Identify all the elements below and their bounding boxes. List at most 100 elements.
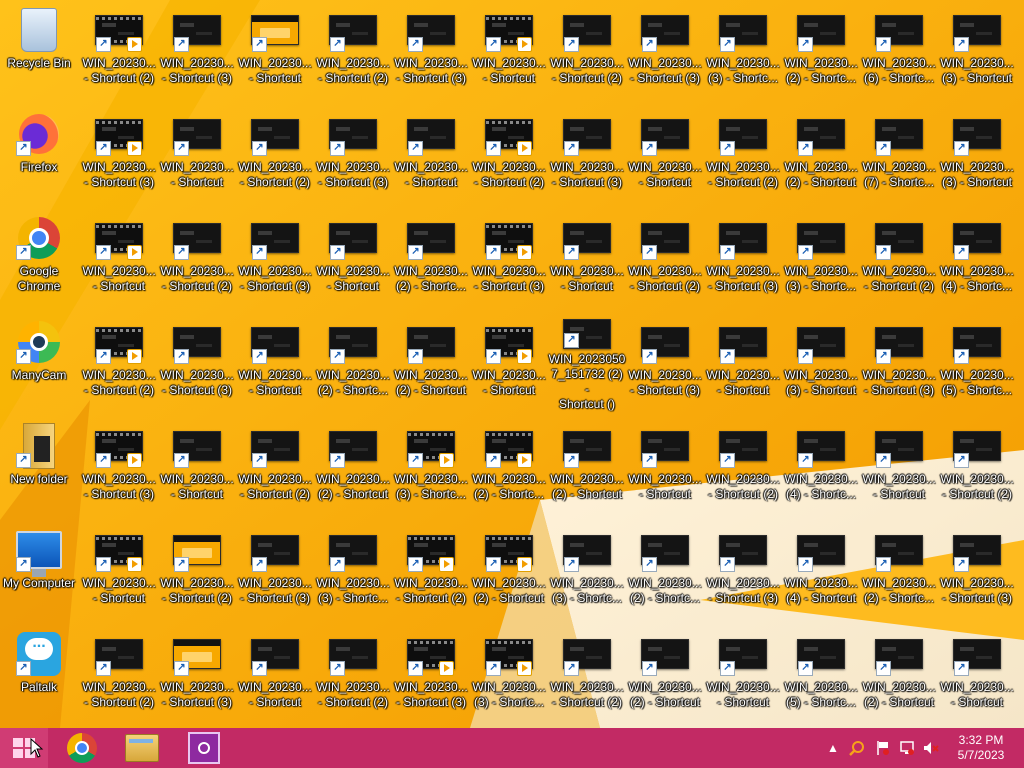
desktop-shortcut-video[interactable]: ↗ WIN_20230... (3) - Shortc... xyxy=(470,624,548,724)
desktop-shortcut-video[interactable]: ↗ WIN_20230... - Shortcut (2) xyxy=(80,312,158,412)
desktop-shortcut-video[interactable]: ↗ WIN_20230... - Shortcut (2) xyxy=(158,520,236,620)
desktop-shortcut-video[interactable]: ↗ WIN_20230... (2) - Shortc... xyxy=(392,208,470,308)
file-explorer-taskbar-button[interactable] xyxy=(118,728,166,768)
desktop-shortcut-video[interactable]: ↗ WIN_20230... - Shortcut (3) xyxy=(860,312,938,412)
desktop-shortcut-video[interactable]: ↗ WIN_20230... - Shortcut xyxy=(938,624,1016,724)
desktop-shortcut-video[interactable]: ↗ WIN_20230... (2) - Shortc... xyxy=(626,520,704,620)
desktop-shortcut-video[interactable]: ↗ WIN_20230... (6) - Shortc... xyxy=(860,0,938,100)
desktop-shortcut-video[interactable]: ↗ WIN_20230... - Shortcut xyxy=(236,0,314,100)
desktop-shortcut-video[interactable]: ↗ WIN_20230... (3) - Shortc... xyxy=(782,208,860,308)
desktop-shortcut-video[interactable]: ↗ WIN_20230... (3) - Shortc... xyxy=(704,0,782,100)
search-icon[interactable] xyxy=(846,728,868,768)
desktop-shortcut-video[interactable]: ↗ WIN_2023050 7_151732 (2) - Shortcut () xyxy=(548,312,626,412)
desktop-shortcut-video[interactable]: ↗ WIN_20230... (2) - Shortcut xyxy=(314,416,392,516)
desktop-shortcut-video[interactable]: ↗ WIN_20230... - Shortcut (3) xyxy=(626,312,704,412)
desktop-shortcut-video[interactable]: ↗ WIN_20230... (3) - Shortc... xyxy=(548,520,626,620)
desktop-shortcut-video[interactable]: ↗ WIN_20230... (3) - Shortc... xyxy=(392,416,470,516)
desktop-icon-recycle-bin[interactable]: Recycle Bin xyxy=(0,0,78,100)
desktop-shortcut-video[interactable]: ↗ WIN_20230... - Shortcut (2) xyxy=(236,416,314,516)
desktop-shortcut-video[interactable]: ↗ WIN_20230... (2) - Shortcut xyxy=(626,624,704,724)
desktop-shortcut-video[interactable]: ↗ WIN_20230... (5) - Shortc... xyxy=(782,624,860,724)
desktop-icon-firefox[interactable]: ↗ Firefox xyxy=(0,104,78,204)
desktop-shortcut-video[interactable]: ↗ WIN_20230... - Shortcut xyxy=(158,416,236,516)
desktop-shortcut-video[interactable]: ↗ WIN_20230... - Shortcut (3) xyxy=(158,0,236,100)
desktop-shortcut-video[interactable]: ↗ WIN_20230... - Shortcut xyxy=(626,104,704,204)
desktop-shortcut-video[interactable]: ↗ WIN_20230... - Shortcut (3) xyxy=(80,104,158,204)
network-icon[interactable] xyxy=(896,728,918,768)
desktop-shortcut-video[interactable]: ↗ WIN_20230... (3) - Shortc... xyxy=(314,520,392,620)
desktop-shortcut-video[interactable]: ↗ WIN_20230... - Shortcut (3) xyxy=(704,520,782,620)
desktop-shortcut-video[interactable]: ↗ WIN_20230... - Shortcut (2) xyxy=(314,0,392,100)
desktop-icon-new-folder[interactable]: ↗ New folder xyxy=(0,416,78,516)
desktop-shortcut-video[interactable]: ↗ WIN_20230... - Shortcut xyxy=(548,208,626,308)
desktop-shortcut-video[interactable]: ↗ WIN_20230... - Shortcut (2) xyxy=(314,624,392,724)
desktop-shortcut-video[interactable]: ↗ WIN_20230... - Shortcut xyxy=(80,520,158,620)
desktop-shortcut-video[interactable]: ↗ WIN_20230... - Shortcut (2) xyxy=(626,208,704,308)
desktop-shortcut-video[interactable]: ↗ WIN_20230... (2) - Shortcut xyxy=(548,416,626,516)
desktop-shortcut-video[interactable]: ↗ WIN_20230... - Shortcut xyxy=(392,104,470,204)
desktop-shortcut-video[interactable]: ↗ WIN_20230... (2) - Shortcut xyxy=(470,520,548,620)
desktop-shortcut-video[interactable]: ↗ WIN_20230... - Shortcut (3) xyxy=(80,416,158,516)
desktop-shortcut-video[interactable]: ↗ WIN_20230... - Shortcut (2) xyxy=(80,0,158,100)
desktop-shortcut-video[interactable]: ↗ WIN_20230... (2) - Shortc... xyxy=(470,416,548,516)
desktop-shortcut-video[interactable]: ↗ WIN_20230... - Shortcut xyxy=(158,104,236,204)
desktop-shortcut-video[interactable]: ↗ WIN_20230... - Shortcut (2) xyxy=(158,208,236,308)
desktop-icon-manycam[interactable]: ↗ ManyCam xyxy=(0,312,78,412)
desktop-shortcut-video[interactable]: ↗ WIN_20230... - Shortcut (3) xyxy=(626,0,704,100)
desktop-shortcut-video[interactable]: ↗ WIN_20230... - Shortcut (2) xyxy=(470,104,548,204)
desktop-shortcut-video[interactable]: ↗ WIN_20230... - Shortcut (2) xyxy=(938,416,1016,516)
desktop-shortcut-video[interactable]: ↗ WIN_20230... - Shortcut xyxy=(236,312,314,412)
desktop-shortcut-video[interactable]: ↗ WIN_20230... - Shortcut xyxy=(80,208,158,308)
desktop-shortcut-video[interactable]: ↗ WIN_20230... - Shortcut (2) xyxy=(80,624,158,724)
desktop-shortcut-video[interactable]: ↗ WIN_20230... - Shortcut (3) xyxy=(704,208,782,308)
desktop-shortcut-video[interactable]: ↗ WIN_20230... (2) - Shortcut xyxy=(392,312,470,412)
desktop-shortcut-video[interactable]: ↗ WIN_20230... (7) - Shortc... xyxy=(860,104,938,204)
chrome-taskbar-button[interactable] xyxy=(58,728,106,768)
desktop-shortcut-video[interactable]: ↗ WIN_20230... (4) - Shortc... xyxy=(782,416,860,516)
desktop-shortcut-video[interactable]: ↗ WIN_20230... (2) - Shortcut xyxy=(782,104,860,204)
desktop-shortcut-video[interactable]: ↗ WIN_20230... - Shortcut xyxy=(626,416,704,516)
desktop-shortcut-video[interactable]: ↗ WIN_20230... - Shortcut (2) xyxy=(392,520,470,620)
desktop-shortcut-video[interactable]: ↗ WIN_20230... - Shortcut (3) xyxy=(158,312,236,412)
camera-app-taskbar-button[interactable] xyxy=(180,728,228,768)
desktop-icon-my-computer[interactable]: ↗ My Computer xyxy=(0,520,78,620)
desktop-shortcut-video[interactable]: ↗ WIN_20230... - Shortcut xyxy=(704,312,782,412)
desktop-shortcut-video[interactable]: ↗ WIN_20230... - Shortcut (3) xyxy=(392,0,470,100)
desktop-shortcut-video[interactable]: ↗ WIN_20230... - Shortcut xyxy=(236,624,314,724)
desktop-shortcut-video[interactable]: ↗ WIN_20230... (2) - Shortc... xyxy=(782,0,860,100)
desktop-shortcut-video[interactable]: ↗ WIN_20230... - Shortcut (3) xyxy=(392,624,470,724)
desktop-shortcut-video[interactable]: ↗ WIN_20230... - Shortcut xyxy=(314,208,392,308)
desktop-shortcut-video[interactable]: ↗ WIN_20230... (4) - Shortcut xyxy=(782,520,860,620)
desktop-shortcut-video[interactable]: ↗ WIN_20230... - Shortcut (2) xyxy=(548,0,626,100)
system-clock[interactable]: 3:32 PM 5/7/2023 xyxy=(946,733,1016,763)
desktop-shortcut-video[interactable]: ↗ WIN_20230... - Shortcut (2) xyxy=(860,208,938,308)
desktop-shortcut-video[interactable]: ↗ WIN_20230... (2) - Shortc... xyxy=(314,312,392,412)
desktop-shortcut-video[interactable]: ↗ WIN_20230... (2) - Shortcut xyxy=(860,624,938,724)
desktop-shortcut-video[interactable]: ↗ WIN_20230... - Shortcut (3) xyxy=(158,624,236,724)
desktop-shortcut-video[interactable]: ↗ WIN_20230... - Shortcut (3) xyxy=(470,208,548,308)
desktop-shortcut-video[interactable]: ↗ WIN_20230... - Shortcut (3) xyxy=(314,104,392,204)
desktop-shortcut-video[interactable]: ↗ WIN_20230... - Shortcut (2) xyxy=(704,104,782,204)
desktop-shortcut-video[interactable]: ↗ WIN_20230... - Shortcut xyxy=(860,416,938,516)
desktop-shortcut-video[interactable]: ↗ WIN_20230... - Shortcut (3) xyxy=(236,520,314,620)
desktop-shortcut-video[interactable]: ↗ WIN_20230... (3) - Shortcut xyxy=(782,312,860,412)
action-center-flag-icon[interactable] xyxy=(872,728,894,768)
desktop-shortcut-video[interactable]: ↗ WIN_20230... (4) - Shortc... xyxy=(938,208,1016,308)
desktop-shortcut-video[interactable]: ↗ WIN_20230... - Shortcut (3) xyxy=(938,520,1016,620)
desktop-shortcut-video[interactable]: ↗ WIN_20230... - Shortcut xyxy=(470,0,548,100)
desktop-icon-paltalk[interactable]: ↗ Paltalk xyxy=(0,624,78,724)
desktop-icon-google-chrome[interactable]: ↗ Google Chrome xyxy=(0,208,78,308)
volume-muted-icon[interactable] xyxy=(920,728,942,768)
desktop-shortcut-video[interactable]: ↗ WIN_20230... - Shortcut (3) xyxy=(236,208,314,308)
desktop-shortcut-video[interactable]: ↗ WIN_20230... (3) - Shortcut xyxy=(938,0,1016,100)
desktop-shortcut-video[interactable]: ↗ WIN_20230... - Shortcut (3) xyxy=(548,104,626,204)
desktop-shortcut-video[interactable]: ↗ WIN_20230... (2) - Shortc... xyxy=(860,520,938,620)
desktop-shortcut-video[interactable]: ↗ WIN_20230... - Shortcut xyxy=(704,624,782,724)
desktop-shortcut-video[interactable]: ↗ WIN_20230... - Shortcut xyxy=(470,312,548,412)
show-hidden-icons-chevron[interactable]: ▲ xyxy=(826,728,840,768)
desktop-shortcut-video[interactable]: ↗ WIN_20230... (5) - Shortc... xyxy=(938,312,1016,412)
desktop-shortcut-video[interactable]: ↗ WIN_20230... - Shortcut (2) xyxy=(236,104,314,204)
desktop-shortcut-video[interactable]: ↗ WIN_20230... - Shortcut (2) xyxy=(704,416,782,516)
desktop-shortcut-video[interactable]: ↗ WIN_20230... (3) - Shortcut xyxy=(938,104,1016,204)
desktop-shortcut-video[interactable]: ↗ WIN_20230... - Shortcut (2) xyxy=(548,624,626,724)
